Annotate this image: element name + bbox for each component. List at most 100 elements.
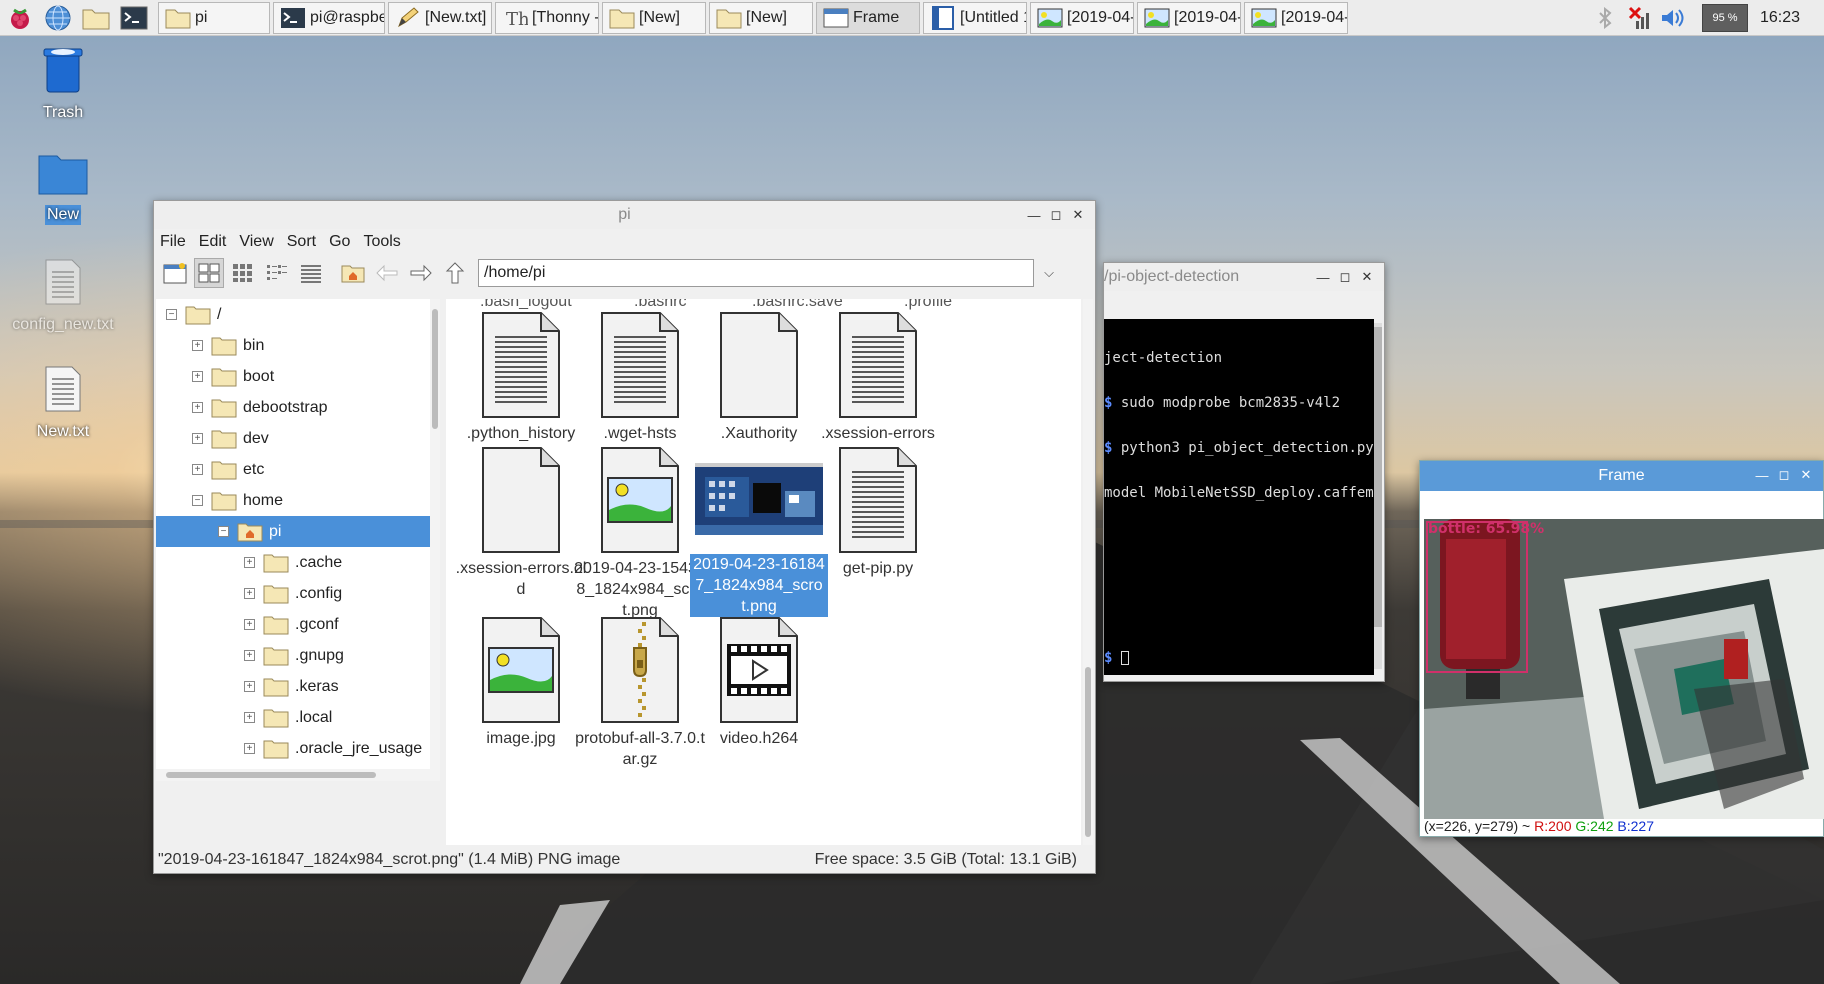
camera-frame[interactable]: bottle: 65.98% (1424, 519, 1824, 819)
frame-titlebar[interactable]: Frame — ◻ ✕ (1420, 461, 1823, 491)
menu-view[interactable]: View (239, 233, 273, 251)
file-item[interactable]: 2019-04-23-161847_1824x984_scrot.png (690, 444, 828, 617)
menu-sort[interactable]: Sort (287, 233, 316, 251)
menu-tools[interactable]: Tools (363, 233, 400, 251)
tree-item[interactable]: − pi (156, 516, 430, 547)
taskbar-task[interactable]: [2019-04-2... (1137, 1, 1241, 34)
file-item[interactable]: 2019-04-23-154358_1824x984_scrot.png (571, 444, 709, 621)
taskbar-task[interactable]: Frame (816, 1, 920, 34)
file-item[interactable]: .xsession-errors.old (452, 444, 590, 600)
file-item[interactable]: .wget-hsts (571, 309, 709, 444)
tree-item[interactable]: + .gnupg (156, 640, 430, 671)
tree-item[interactable]: + .oracle_jre_usage (156, 733, 430, 764)
taskbar-task[interactable]: pi@raspbe... (273, 1, 385, 34)
minimize-icon[interactable]: — (1023, 205, 1045, 225)
tree-scrollbar[interactable] (430, 299, 440, 769)
desktop-icon-new-folder[interactable]: New (3, 152, 123, 225)
tree-item[interactable]: + .config (156, 578, 430, 609)
thumbnail-view-button[interactable] (228, 258, 258, 288)
file-manager-icon[interactable] (80, 3, 112, 33)
tree-item[interactable]: + dev (156, 423, 430, 454)
up-button[interactable] (440, 258, 470, 288)
file-item[interactable]: get-pip.py (809, 444, 947, 579)
path-dropdown-button[interactable]: ⌵ (1034, 258, 1064, 288)
minimize-icon[interactable]: — (1312, 267, 1334, 287)
home-button[interactable] (338, 258, 368, 288)
expand-icon[interactable]: + (244, 588, 255, 599)
expand-icon[interactable]: + (192, 371, 203, 382)
tree-item[interactable]: + debootstrap (156, 392, 430, 423)
tree-item[interactable]: + boot (156, 361, 430, 392)
expand-icon[interactable]: + (192, 402, 203, 413)
bluetooth-icon[interactable] (1588, 3, 1622, 33)
tree-item[interactable]: + etc (156, 454, 430, 485)
raspberry-menu-icon[interactable] (4, 3, 36, 33)
expand-icon[interactable]: + (192, 340, 203, 351)
terminal-scrollbar[interactable] (1374, 323, 1382, 669)
terminal-output[interactable]: ject-detection $ sudo modprobe bcm2835-v… (1104, 319, 1374, 675)
desktop-icon-new-txt[interactable]: New.txt (3, 365, 123, 442)
expand-icon[interactable]: + (244, 681, 255, 692)
tree-item[interactable]: − home (156, 485, 430, 516)
volume-icon[interactable] (1656, 3, 1690, 33)
menu-file[interactable]: File (160, 233, 186, 251)
close-icon[interactable]: ✕ (1356, 267, 1378, 287)
file-item[interactable]: .xsession-errors (809, 309, 947, 444)
list-view-button[interactable] (296, 258, 326, 288)
taskbar-task[interactable]: pi (158, 1, 270, 34)
path-input[interactable]: /home/pi (478, 259, 1034, 287)
collapse-icon[interactable]: − (192, 495, 203, 506)
expand-icon[interactable]: + (244, 619, 255, 630)
web-browser-icon[interactable] (42, 3, 74, 33)
expand-icon[interactable]: + (244, 557, 255, 568)
expand-icon[interactable]: + (244, 650, 255, 661)
network-disconnected-icon[interactable] (1622, 3, 1656, 33)
expand-icon[interactable]: + (244, 712, 255, 723)
file-manager-titlebar[interactable]: pi — ◻ ✕ (154, 201, 1095, 229)
collapse-icon[interactable]: − (218, 526, 229, 537)
tree-item[interactable]: − / (156, 299, 430, 330)
tree-item[interactable]: + bin (156, 330, 430, 361)
taskbar-task[interactable]: [Untitled 1 ... (923, 1, 1027, 34)
file-item[interactable]: protobuf-all-3.7.0.tar.gz (571, 614, 709, 770)
tree-item[interactable]: + .keras (156, 671, 430, 702)
new-window-button[interactable] (160, 258, 190, 288)
terminal-titlebar[interactable]: /pi-object-detection — ◻ ✕ (1104, 263, 1384, 291)
terminal-icon[interactable] (118, 3, 150, 33)
taskbar-task[interactable]: [New.txt] (388, 1, 492, 34)
maximize-icon[interactable]: ◻ (1045, 205, 1067, 225)
maximize-icon[interactable]: ◻ (1773, 465, 1795, 485)
file-item[interactable]: image.jpg (452, 614, 590, 749)
icon-view-button[interactable] (194, 258, 224, 288)
tree-item[interactable]: + .cache (156, 547, 430, 578)
menu-go[interactable]: Go (329, 233, 350, 251)
file-item[interactable]: video.h264 (690, 614, 828, 749)
desktop-icon-config-new[interactable]: config_new.txt (3, 258, 123, 335)
desktop-icon-trash[interactable]: Trash (3, 46, 123, 123)
expand-icon[interactable]: + (192, 433, 203, 444)
close-icon[interactable]: ✕ (1067, 205, 1089, 225)
tree-item[interactable]: + .local (156, 702, 430, 733)
clock[interactable]: 16:23 (1760, 9, 1824, 27)
expand-icon[interactable]: + (244, 743, 255, 754)
taskbar-task[interactable]: [New] (602, 1, 706, 34)
forward-button[interactable] (406, 258, 436, 288)
taskbar-task[interactable]: [2019-04-2... (1030, 1, 1134, 34)
taskbar-task[interactable]: Th[Thonny - ... (495, 1, 599, 34)
cpu-monitor[interactable]: 95 % (1702, 4, 1748, 32)
file-item[interactable]: .Xauthority (690, 309, 828, 444)
compact-view-button[interactable] (262, 258, 292, 288)
file-item[interactable]: .python_history (452, 309, 590, 444)
expand-icon[interactable]: + (192, 464, 203, 475)
tree-horizontal-scrollbar[interactable] (156, 769, 440, 781)
maximize-icon[interactable]: ◻ (1334, 267, 1356, 287)
file-view-scrollbar[interactable] (1083, 299, 1093, 845)
menu-edit[interactable]: Edit (199, 233, 227, 251)
back-button[interactable] (372, 258, 402, 288)
close-icon[interactable]: ✕ (1795, 465, 1817, 485)
taskbar-task[interactable]: [2019-04-2... (1244, 1, 1348, 34)
taskbar-task[interactable]: [New] (709, 1, 813, 34)
minimize-icon[interactable]: — (1751, 465, 1773, 485)
tree-item[interactable]: + .gconf (156, 609, 430, 640)
collapse-icon[interactable]: − (166, 309, 177, 320)
